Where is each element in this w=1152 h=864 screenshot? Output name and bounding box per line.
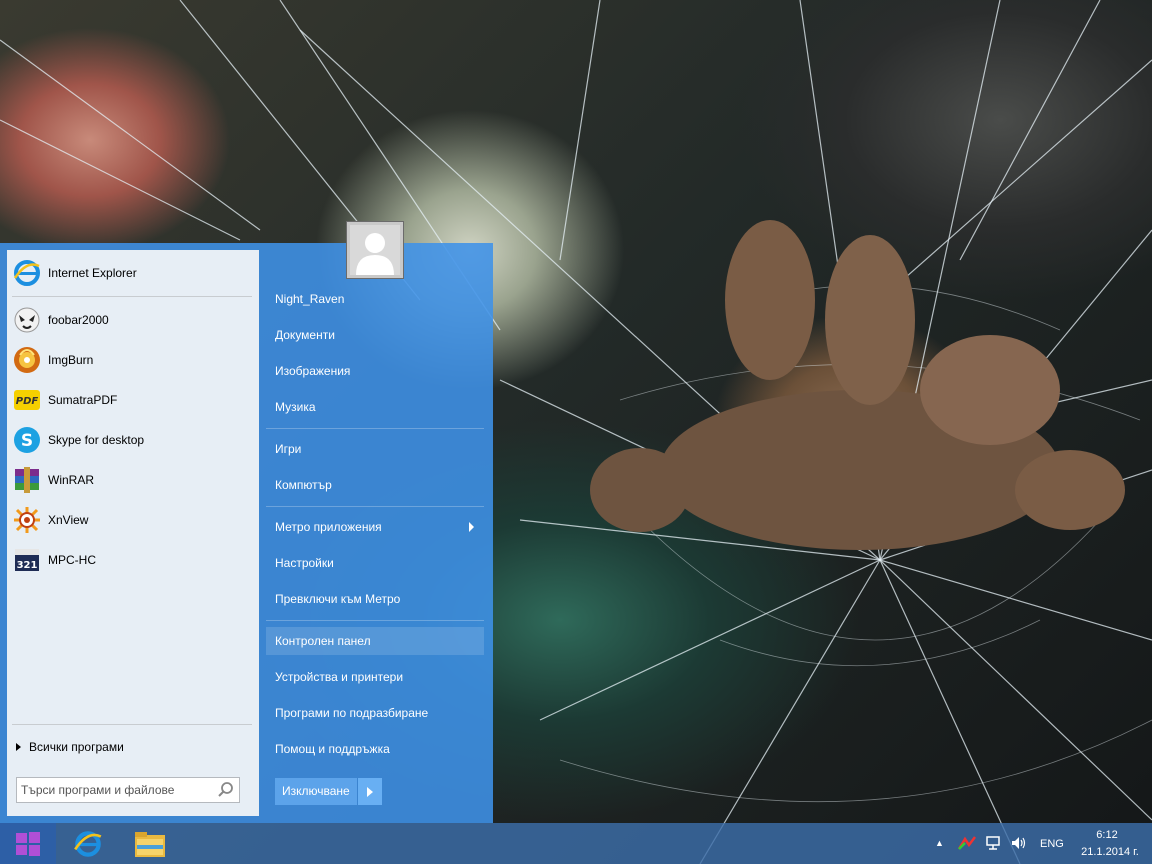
right-item-label: Музика [275, 400, 316, 414]
program-label: XnView [48, 513, 89, 527]
right-item-settings[interactable]: Настройки [266, 549, 484, 577]
all-programs-button[interactable]: Всички програми [16, 740, 124, 754]
svg-text:321: 321 [17, 560, 38, 571]
program-winrar[interactable]: WinRAR [12, 462, 252, 498]
skype-icon: S [12, 425, 42, 455]
right-item-label: Устройства и принтери [275, 670, 404, 684]
user-avatar[interactable] [346, 221, 404, 279]
right-item-label: Night_Raven [275, 292, 345, 306]
triangle-right-icon [366, 786, 373, 797]
xnview-icon [12, 505, 42, 535]
right-item-computer[interactable]: Компютър [266, 471, 484, 499]
internet-explorer-icon [12, 258, 42, 288]
program-internet-explorer[interactable]: Internet Explorer [12, 255, 252, 291]
triangle-right-icon [16, 743, 21, 751]
right-item-label: Настройки [275, 556, 334, 570]
all-programs-label: Всички програми [29, 740, 124, 754]
shutdown-control: Изключване [275, 778, 382, 805]
taskbar-app-internet-explorer[interactable] [68, 825, 108, 862]
submenu-arrow-icon [469, 522, 474, 532]
program-label: Internet Explorer [48, 266, 137, 280]
right-item-user[interactable]: Night_Raven [266, 285, 484, 313]
program-label: MPC-HC [48, 553, 96, 567]
clock-date[interactable]: 21.1.2014 г. [1070, 846, 1150, 858]
right-item-label: Компютър [275, 478, 332, 492]
right-item-games[interactable]: Игри [266, 435, 484, 463]
right-item-metro-apps[interactable]: Метро приложения [266, 513, 484, 541]
winrar-icon [12, 465, 42, 495]
right-item-switch-to-metro[interactable]: Превключи към Метро [266, 585, 484, 613]
program-label: SumatraPDF [48, 393, 118, 407]
right-item-documents[interactable]: Документи [266, 321, 484, 349]
taskbar-app-file-explorer[interactable] [130, 825, 170, 862]
clock-time[interactable]: 6:12 [1077, 829, 1137, 841]
foobar2000-icon [12, 305, 42, 335]
volume-icon[interactable] [1010, 835, 1028, 854]
svg-text:S: S [21, 431, 33, 451]
right-separator [266, 428, 484, 429]
taskbar: ▲ ENG 6:12 21.1.2014 г. [0, 823, 1152, 864]
program-skype[interactable]: S Skype for desktop [12, 422, 252, 458]
shutdown-button[interactable]: Изключване [275, 778, 357, 805]
right-item-label: Контролен панел [275, 634, 371, 648]
pinned-separator [12, 296, 252, 297]
mpc-hc-icon: 321 [12, 545, 42, 575]
network-activity-icon[interactable] [957, 835, 977, 854]
all-programs-separator [12, 724, 252, 725]
hand-shape [590, 220, 1125, 550]
right-item-label: Метро приложения [275, 520, 382, 534]
right-item-label: Игри [275, 442, 302, 456]
right-item-label: Превключи към Метро [275, 592, 401, 606]
program-label: ImgBurn [48, 353, 94, 367]
right-item-label: Програми по подразбиране [275, 706, 429, 720]
search-icon[interactable] [217, 781, 235, 802]
program-imgburn[interactable]: ImgBurn [12, 342, 252, 378]
right-item-devices-printers[interactable]: Устройства и принтери [266, 663, 484, 691]
right-item-label: Помощ и поддръжка [275, 742, 390, 756]
program-mpc-hc[interactable]: 321 MPC-HC [12, 542, 252, 578]
sumatrapdf-icon: PDF [12, 385, 42, 415]
program-xnview[interactable]: XnView [12, 502, 252, 538]
right-item-help-support[interactable]: Помощ и поддръжка [266, 735, 484, 763]
program-foobar2000[interactable]: foobar2000 [12, 302, 252, 338]
right-item-default-programs[interactable]: Програми по подразбиране [266, 699, 484, 727]
right-separator [266, 506, 484, 507]
program-label: Skype for desktop [48, 433, 145, 447]
right-separator [266, 620, 484, 621]
search-input[interactable] [21, 782, 211, 798]
windows-logo-icon [16, 831, 40, 856]
folder-icon [135, 831, 165, 857]
search-box [16, 777, 240, 803]
internet-explorer-icon [74, 830, 102, 857]
right-item-label: Документи [275, 328, 335, 342]
svg-text:PDF: PDF [16, 396, 39, 407]
shutdown-options-button[interactable] [357, 778, 382, 805]
imgburn-icon [12, 345, 42, 375]
network-icon[interactable] [985, 835, 1003, 854]
program-label: WinRAR [48, 473, 95, 487]
right-item-pictures[interactable]: Изображения [266, 357, 484, 385]
right-item-label: Изображения [275, 364, 351, 378]
show-hidden-icons-chevron-icon[interactable]: ▲ [935, 838, 944, 848]
user-silhouette-icon [356, 233, 394, 275]
language-indicator[interactable]: ENG [1040, 838, 1064, 850]
program-sumatrapdf[interactable]: PDF SumatraPDF [12, 382, 252, 418]
start-button[interactable] [0, 823, 56, 864]
right-item-control-panel[interactable]: Контролен панел [266, 627, 484, 655]
right-item-music[interactable]: Музика [266, 393, 484, 421]
program-label: foobar2000 [48, 313, 109, 327]
